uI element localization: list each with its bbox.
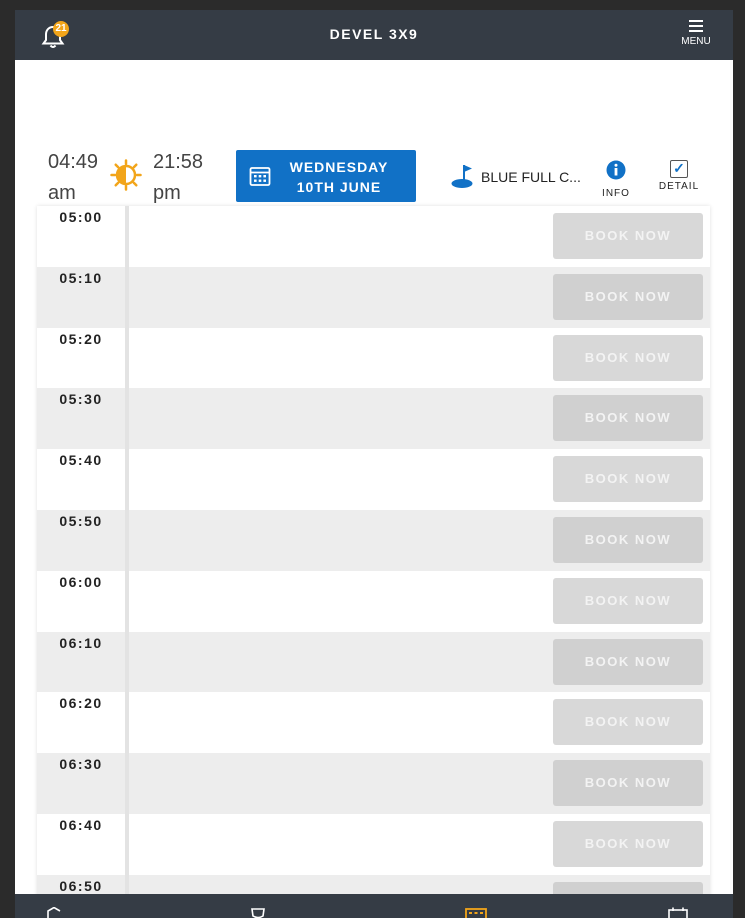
book-now-button[interactable]: BOOK NOW [553, 213, 703, 259]
book-now-button[interactable]: BOOK NOW [553, 395, 703, 442]
home-icon[interactable] [45, 907, 67, 918]
tee-time-label: 05:00 [59, 209, 103, 225]
selected-date: WEDNESDAY 10TH JUNE [276, 157, 402, 197]
top-bar: 21 DEVEL 3X9 MENU [15, 10, 733, 60]
tee-time-row: 05:10 BOOK NOW [37, 266, 710, 328]
sunrise-period: am [48, 182, 76, 204]
tee-time-label: 05:50 [59, 513, 103, 529]
menu-label: MENU [681, 36, 711, 47]
tee-time-label: 06:00 [59, 573, 103, 590]
tee-time-row: 06:10 BOOK NOW [37, 631, 710, 693]
sunset-time: 21:58 [153, 151, 204, 173]
info-icon [606, 160, 626, 180]
tee-time-row: 05:40 BOOK NOW [37, 449, 710, 511]
sunset-period: pm [153, 182, 181, 204]
tee-time-label: 05:30 [59, 391, 103, 408]
tee-time-label: 06:10 [59, 634, 103, 651]
tee-time-label: 05:10 [59, 269, 103, 286]
tee-time-row: 05:50 BOOK NOW [37, 510, 710, 571]
trophy-icon[interactable] [247, 907, 269, 918]
row-divider [125, 631, 129, 693]
tee-time-row: 05:30 BOOK NOW [37, 388, 710, 450]
tee-time-row: 06:20 BOOK NOW [37, 692, 710, 754]
tee-time-row: 05:00 BOOK NOW [37, 206, 710, 267]
bottom-nav [15, 894, 733, 918]
tee-time-label: 05:20 [59, 330, 103, 347]
tee-time-row: 05:20 BOOK NOW [37, 327, 710, 389]
detail-label: DETAIL [658, 181, 700, 192]
page-title: DEVEL 3X9 [329, 26, 419, 42]
row-divider [125, 692, 129, 754]
tee-time-row: 06:40 BOOK NOW [37, 814, 710, 875]
tee-time-row: 06:00 BOOK NOW [37, 570, 710, 632]
course-name: BLUE FULL C... [481, 169, 581, 185]
book-now-button[interactable]: BOOK NOW [553, 699, 703, 746]
date-picker-button[interactable]: WEDNESDAY 10TH JUNE [236, 150, 416, 202]
row-divider [125, 266, 129, 328]
tee-time-list: 05:00 BOOK NOW 05:10 BOOK NOW 05:20 BOOK NOW 0… [37, 206, 710, 918]
book-now-button[interactable]: BOOK NOW [553, 273, 703, 320]
selected-day-month: 10TH JUNE [296, 179, 382, 195]
tee-time-row: 06:30 BOOK NOW [37, 753, 710, 815]
row-divider [125, 814, 129, 875]
sun-icon [110, 159, 142, 191]
app-frame: 21 DEVEL 3X9 MENU 04:49 am 21:58 pm WEDN… [15, 10, 733, 918]
calendar-icon[interactable] [667, 907, 689, 918]
info-button[interactable]: INFO [600, 160, 632, 199]
row-divider [125, 206, 129, 267]
menu-button[interactable]: MENU [675, 20, 717, 54]
hamburger-icon [689, 20, 703, 32]
row-divider [125, 449, 129, 511]
tee-time-label: 05:40 [59, 452, 103, 469]
book-now-button[interactable]: BOOK NOW [553, 760, 703, 807]
teesheet-icon[interactable] [465, 907, 487, 918]
tee-time-label: 06:40 [59, 817, 103, 833]
book-now-button[interactable]: BOOK NOW [553, 638, 703, 685]
tee-time-label: 06:30 [59, 756, 103, 773]
sunset-info: 21:58 pm [153, 147, 203, 209]
row-divider [125, 510, 129, 571]
detail-checkbox-icon[interactable]: ✓ [670, 160, 688, 178]
row-divider [125, 753, 129, 815]
row-divider [125, 327, 129, 389]
tee-time-label: 06:50 [59, 877, 103, 894]
row-divider [125, 570, 129, 632]
book-now-button[interactable]: BOOK NOW [553, 517, 703, 563]
golf-flag-icon [451, 165, 473, 188]
info-label: INFO [602, 188, 630, 199]
book-now-button[interactable]: BOOK NOW [553, 456, 703, 503]
sunrise-info: 04:49 am [48, 147, 98, 209]
detail-toggle[interactable]: ✓ DETAIL [656, 160, 702, 192]
row-divider [125, 388, 129, 450]
calendar-icon [249, 167, 271, 186]
book-now-button[interactable]: BOOK NOW [553, 821, 703, 867]
tee-time-label: 06:20 [59, 695, 103, 712]
book-now-button[interactable]: BOOK NOW [553, 334, 703, 381]
sunrise-time: 04:49 [48, 151, 99, 173]
selected-weekday: WEDNESDAY [289, 159, 389, 175]
book-now-button[interactable]: BOOK NOW [553, 577, 703, 624]
